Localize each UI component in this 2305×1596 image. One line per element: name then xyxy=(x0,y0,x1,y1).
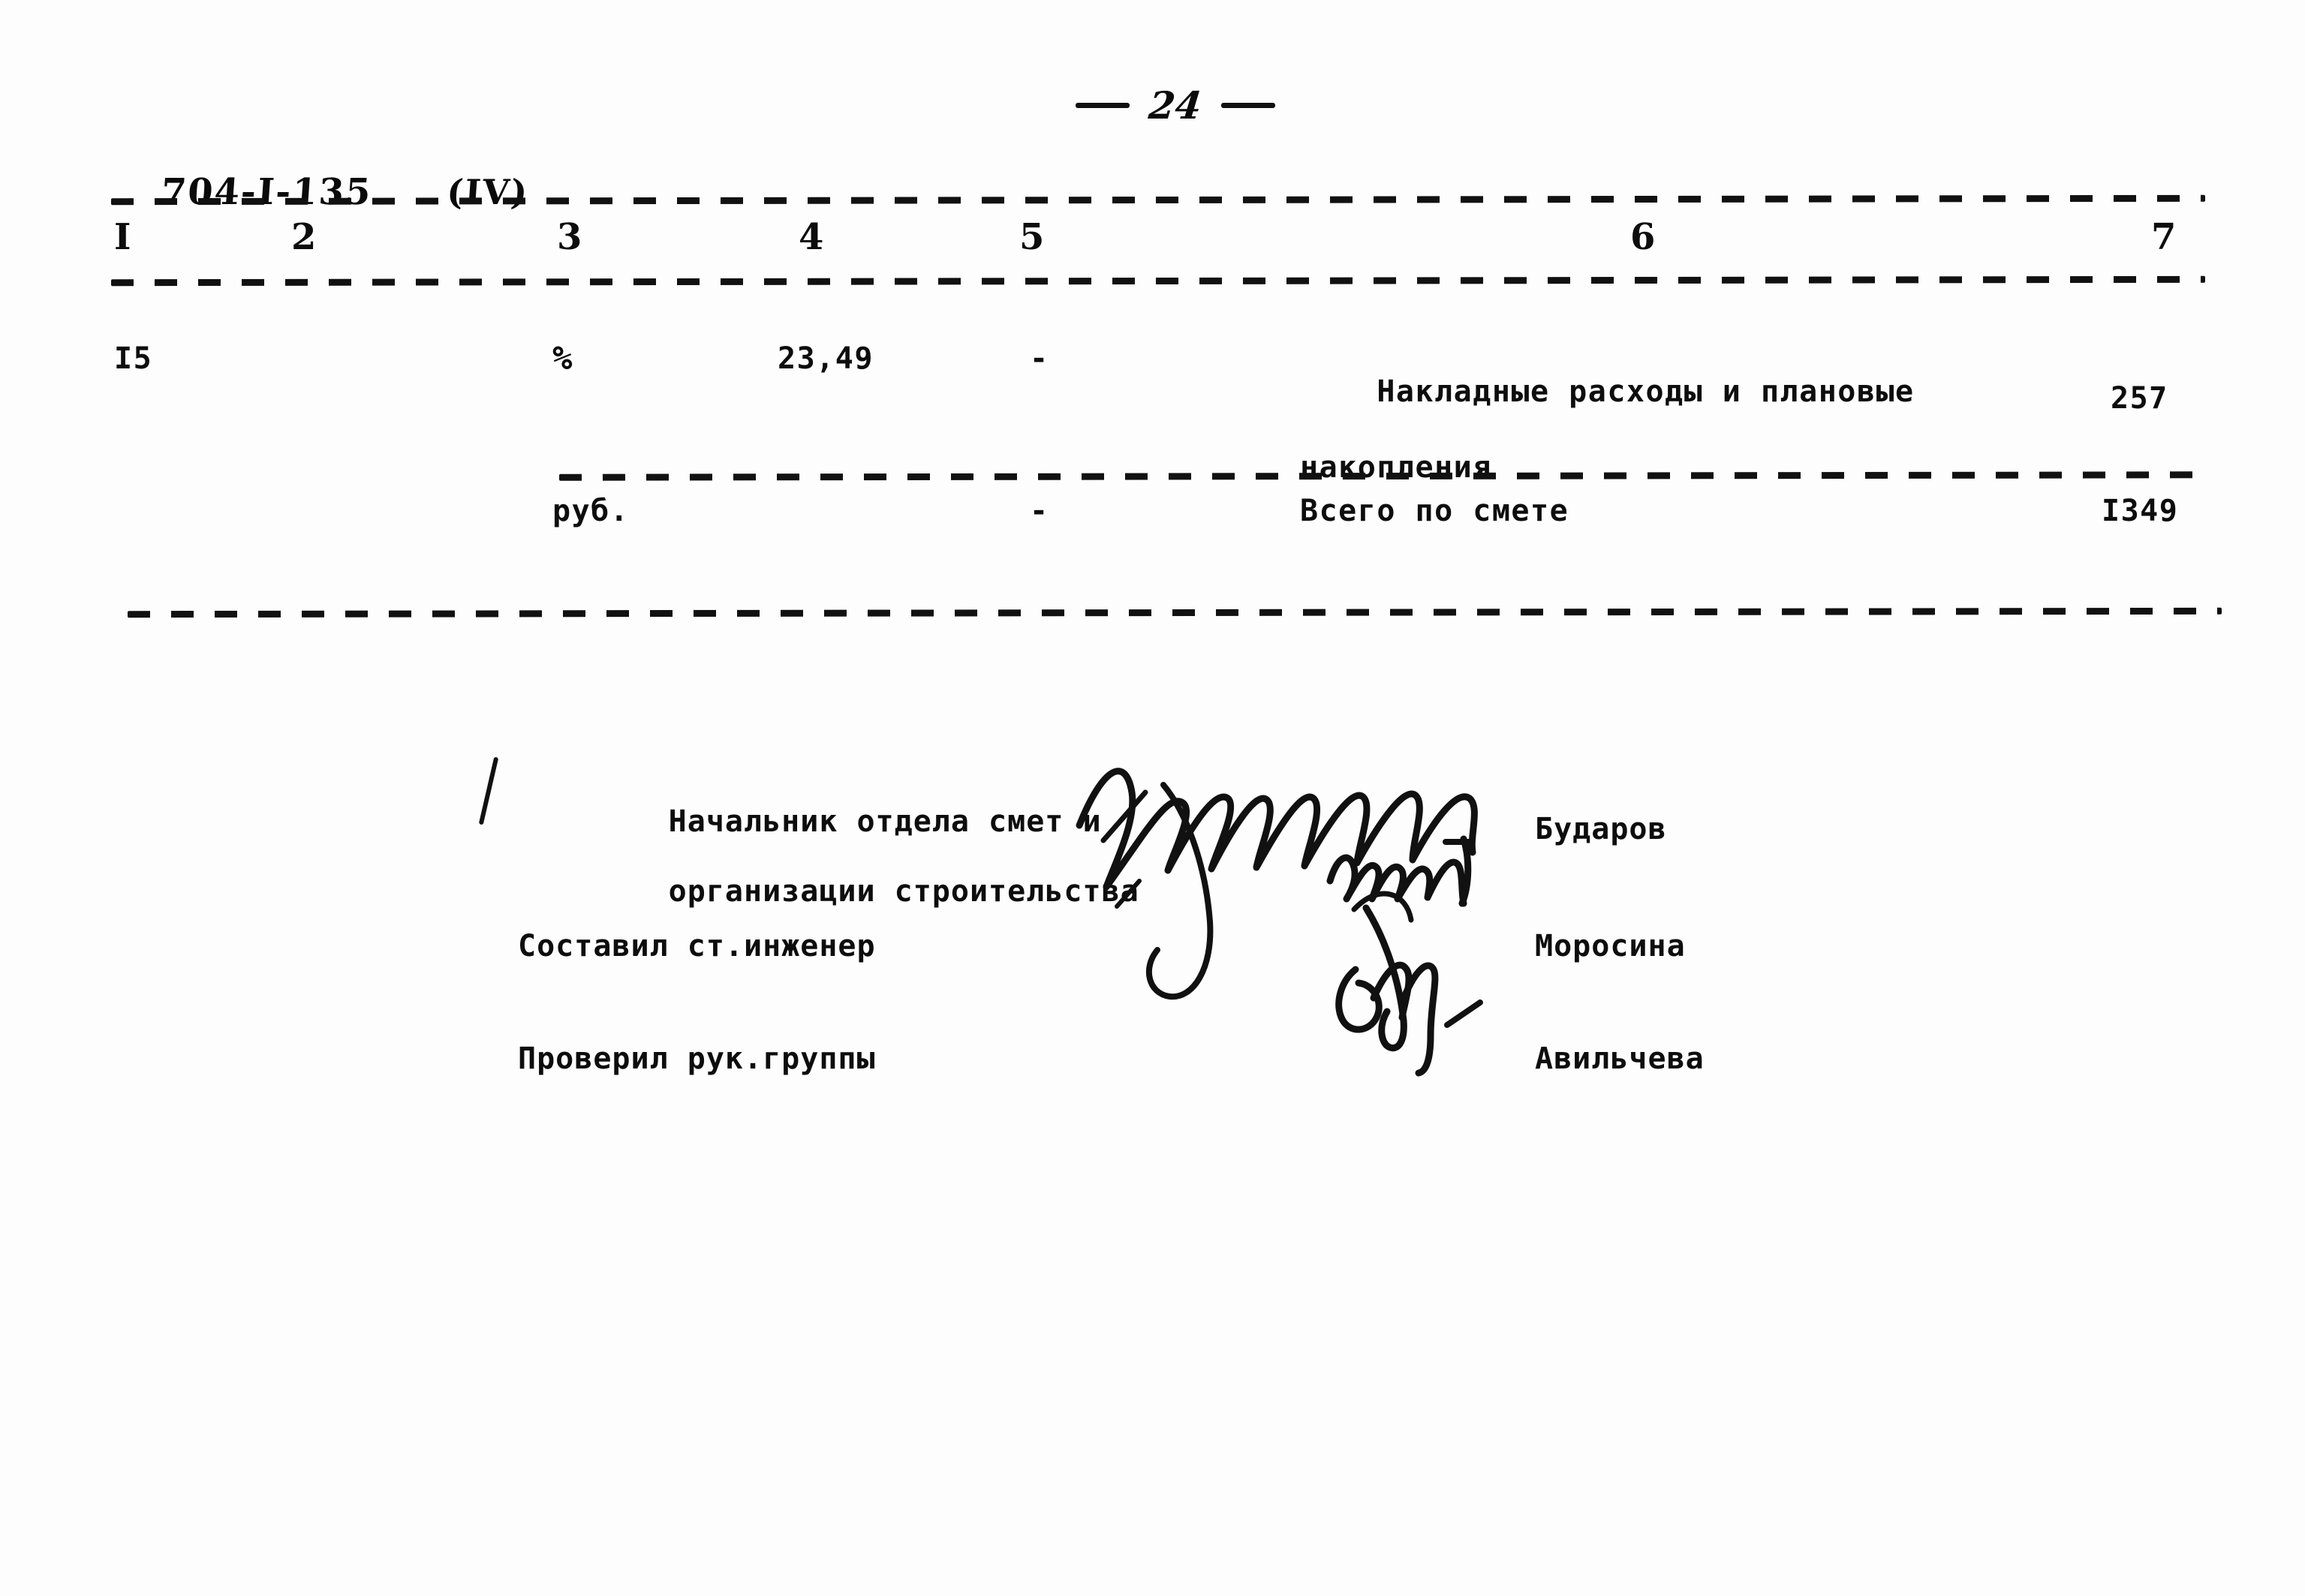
signature-name-made: Моросина xyxy=(1535,929,1686,963)
row-col5: - xyxy=(1030,341,1049,376)
column-header-5: 5 xyxy=(1019,216,1045,258)
scanned-document-page: 24 704-I-135 (IV) I 2 3 4 5 6 7 I5 % 23,4… xyxy=(0,0,2305,1596)
signature-role-head: Начальник отдела смет и организации стро… xyxy=(518,770,1139,944)
signature-name-checked: Авильчева xyxy=(1535,1041,1705,1076)
row-description-line2: накопления xyxy=(1300,449,1492,485)
signature-row-head: Начальник отдела смет и организации стро… xyxy=(478,756,1944,909)
table-row: I5 xyxy=(114,341,153,376)
document-code-value: 704-I-135 xyxy=(159,171,374,213)
grand-total-top-rule xyxy=(558,471,2206,481)
signature-row-made: Составил ст.инженер Моросина xyxy=(518,923,1944,995)
row-total: 257 xyxy=(2111,381,2168,416)
column-header-4: 4 xyxy=(799,216,824,258)
page-number-value: 24 xyxy=(1147,83,1205,128)
total-value: I349 xyxy=(2102,494,2179,528)
total-description: Всего по смете xyxy=(1300,494,1569,528)
page-number-dash-right xyxy=(1220,103,1275,108)
signature-role-checked: Проверил рук.группы xyxy=(518,1041,876,1076)
total-unit: руб. xyxy=(552,494,630,528)
row-unit: % xyxy=(552,339,573,377)
row-description-line1: Накладные расходы и плановые xyxy=(1377,374,1915,410)
page-number-dash-left xyxy=(1076,103,1130,108)
signature-role-head-line2: организации строительства xyxy=(668,874,1139,909)
column-header-7: 7 xyxy=(2151,216,2177,258)
table-header-bottom-rule xyxy=(110,275,2206,287)
table-bottom-rule xyxy=(127,607,2222,618)
column-header-2: 2 xyxy=(291,216,317,258)
row-quantity: 23,49 xyxy=(778,341,874,376)
signature-block: Начальник отдела смет и организации стро… xyxy=(478,729,1944,1148)
signature-row-checked: Проверил рук.группы Авильчева xyxy=(518,1035,1944,1108)
signature-role-head-line1: Начальник отдела смет и xyxy=(668,804,1102,840)
slash-mark-icon xyxy=(478,756,499,825)
column-header-3: 3 xyxy=(557,216,582,258)
column-header-6: 6 xyxy=(1630,216,1656,258)
document-revision: (IV) xyxy=(445,172,531,212)
signature-role-made: Составил ст.инженер xyxy=(518,929,876,963)
signature-name-head: Бударов xyxy=(1535,812,1667,846)
total-col5: - xyxy=(1030,494,1049,528)
column-header-1: I xyxy=(114,216,131,258)
document-code: 704-I-135 (IV) xyxy=(101,129,533,255)
